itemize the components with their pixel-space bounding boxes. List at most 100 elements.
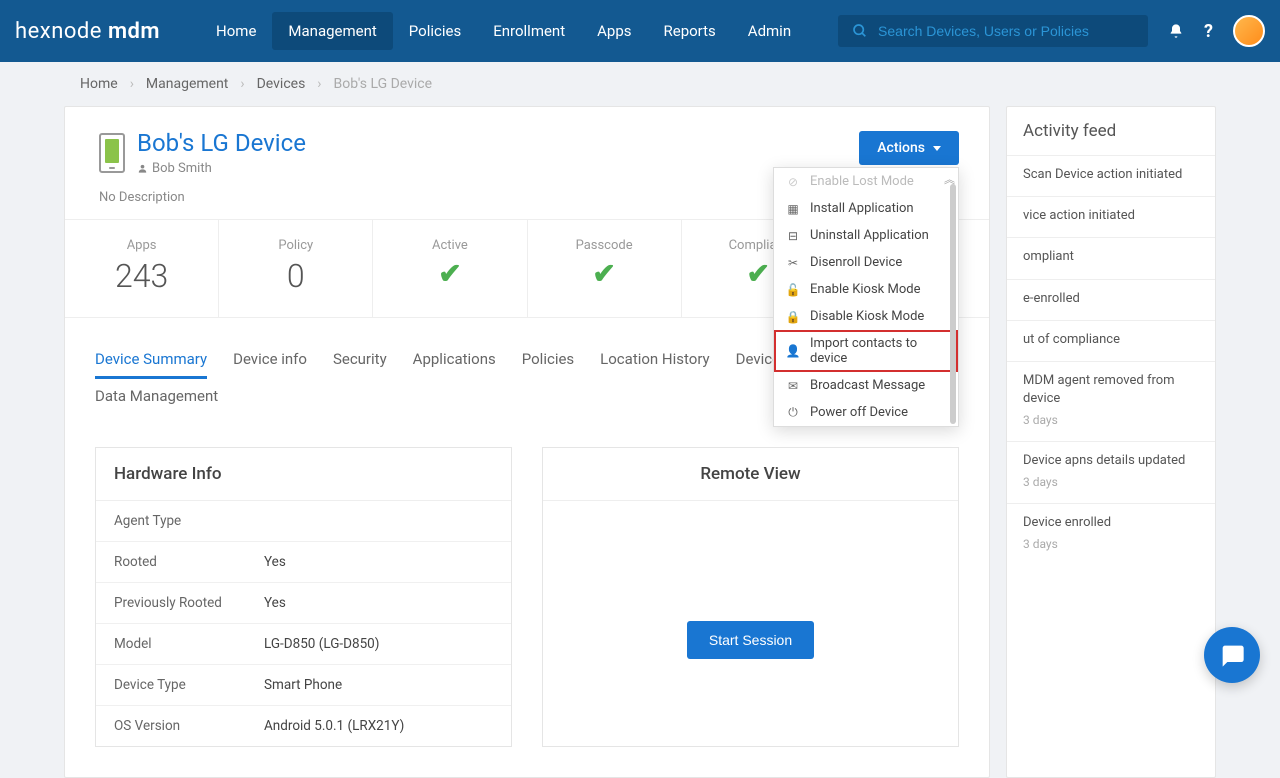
actions-button[interactable]: Actions — [859, 131, 959, 165]
action-label: Power off Device — [810, 405, 908, 420]
avatar[interactable] — [1233, 15, 1265, 47]
help-icon[interactable]: ? — [1204, 21, 1213, 42]
feed-item: ut of compliance — [1007, 320, 1215, 361]
action-disable-kiosk-mode[interactable]: 🔒Disable Kiosk Mode — [774, 303, 958, 330]
check-icon: ✔ — [528, 257, 681, 290]
breadcrumb-separator: › — [317, 76, 321, 92]
feed-time: 3 days — [1023, 536, 1199, 553]
breadcrumb-separator: › — [240, 76, 244, 92]
breadcrumb-link[interactable]: Devices — [257, 76, 306, 92]
nav-apps[interactable]: Apps — [581, 12, 647, 50]
stat-label: Passcode — [528, 238, 681, 253]
activity-feed: Activity feed Scan Device action initiat… — [1006, 106, 1216, 778]
action-import-contacts-to-device[interactable]: 👤 Import contacts to device — [774, 330, 958, 372]
action-uninstall-application[interactable]: ⊟Uninstall Application — [774, 222, 958, 249]
feed-item: Scan Device action initiated — [1007, 155, 1215, 196]
logo: hexnode mdm — [15, 19, 160, 44]
hardware-title: Hardware Info — [96, 448, 511, 501]
feed-text: MDM agent removed from device — [1023, 372, 1199, 408]
search-box[interactable] — [838, 15, 1148, 47]
hw-value: Yes — [264, 554, 286, 570]
action-broadcast-message[interactable]: ✉ Broadcast Message — [774, 372, 958, 399]
action-icon: ⏻ — [786, 405, 800, 420]
scroll-up-icon[interactable]: ︽ — [944, 171, 955, 187]
top-navigation: hexnode mdm HomeManagementPoliciesEnroll… — [0, 0, 1280, 62]
nav-home[interactable]: Home — [200, 12, 272, 50]
breadcrumb: Home›Management›Devices›Bob's LG Device — [0, 62, 1280, 106]
action-disenroll-device[interactable]: ✂ Disenroll Device — [774, 249, 958, 276]
search-input[interactable] — [878, 23, 1134, 39]
dropdown-scrollbar[interactable] — [950, 184, 956, 424]
tab-applications[interactable]: Applications — [413, 342, 496, 379]
tab-policies[interactable]: Policies — [522, 342, 574, 379]
start-session-button[interactable]: Start Session — [687, 621, 814, 659]
hw-label: OS Version — [114, 718, 264, 734]
user-icon — [137, 163, 148, 174]
feed-title: Activity feed — [1007, 107, 1215, 155]
stat-label: Apps — [65, 238, 218, 253]
breadcrumb-link[interactable]: Management — [146, 76, 228, 92]
stat-passcode: Passcode ✔ — [528, 220, 682, 317]
chat-icon — [1218, 641, 1246, 669]
device-owner: Bob Smith — [137, 161, 306, 176]
action-install-application[interactable]: ▦Install Application — [774, 195, 958, 222]
hw-row: RootedYes — [96, 542, 511, 583]
hw-row: Previously RootedYes — [96, 583, 511, 624]
tab-device-info[interactable]: Device info — [233, 342, 307, 379]
nav-policies[interactable]: Policies — [393, 12, 477, 50]
device-icon — [99, 133, 125, 173]
action-icon: ⊘ — [786, 175, 800, 189]
search-icon — [852, 23, 868, 39]
hw-label: Agent Type — [114, 513, 264, 529]
action-icon: 🔓 — [786, 283, 800, 297]
action-label: Disenroll Device — [810, 255, 902, 270]
stat-apps: Apps243 — [65, 220, 219, 317]
action-icon: ✉ — [786, 379, 800, 393]
action-icon: 👤 — [786, 344, 800, 358]
feed-item: vice action initiated — [1007, 196, 1215, 237]
hw-label: Device Type — [114, 677, 264, 693]
action-label: Import contacts to device — [810, 336, 946, 366]
action-label: Enable Lost Mode — [810, 174, 914, 189]
feed-text: e-enrolled — [1023, 290, 1199, 308]
hw-label: Model — [114, 636, 264, 652]
tab-data-management[interactable]: Data Management — [95, 379, 218, 416]
action-label: Disable Kiosk Mode — [810, 309, 924, 324]
check-icon: ✔ — [373, 257, 526, 290]
feed-text: Device apns details updated — [1023, 452, 1199, 470]
feed-text: ompliant — [1023, 248, 1199, 266]
nav-items: HomeManagementPoliciesEnrollmentAppsRepo… — [200, 12, 807, 50]
nav-admin[interactable]: Admin — [732, 12, 807, 50]
tab-location-history[interactable]: Location History — [600, 342, 709, 379]
feed-text: Scan Device action initiated — [1023, 166, 1199, 184]
feed-item: e-enrolled — [1007, 279, 1215, 320]
action-enable-lost-mode: ⊘ Enable Lost Mode — [774, 168, 958, 195]
tab-device-summary[interactable]: Device Summary — [95, 342, 207, 379]
action-icon: ✂ — [786, 256, 800, 270]
breadcrumb-current: Bob's LG Device — [334, 76, 433, 92]
hw-row: ModelLG-D850 (LG-D850) — [96, 624, 511, 665]
nav-reports[interactable]: Reports — [648, 12, 732, 50]
bell-icon[interactable] — [1168, 23, 1184, 39]
remote-title: Remote View — [543, 448, 958, 501]
feed-text: Device enrolled — [1023, 514, 1199, 532]
action-label: Broadcast Message — [810, 378, 925, 393]
hw-label: Previously Rooted — [114, 595, 264, 611]
hw-value: Smart Phone — [264, 677, 342, 693]
action-enable-kiosk-mode[interactable]: 🔓Enable Kiosk Mode — [774, 276, 958, 303]
action-power-off-device[interactable]: ⏻ Power off Device — [774, 399, 958, 426]
action-restart-device[interactable]: ↻Restart Device — [774, 426, 958, 427]
hw-label: Rooted — [114, 554, 264, 570]
stat-label: Active — [373, 238, 526, 253]
stat-label: Policy — [219, 238, 372, 253]
hw-value: Yes — [264, 595, 286, 611]
nav-enrollment[interactable]: Enrollment — [477, 12, 581, 50]
breadcrumb-link[interactable]: Home — [80, 76, 118, 92]
tab-security[interactable]: Security — [333, 342, 387, 379]
stat-value: 0 — [219, 257, 372, 295]
feed-item: Device apns details updated3 days — [1007, 441, 1215, 503]
hw-row: OS VersionAndroid 5.0.1 (LRX21Y) — [96, 706, 511, 746]
nav-management[interactable]: Management — [272, 12, 392, 50]
feed-item: MDM agent removed from device3 days — [1007, 361, 1215, 441]
chat-button[interactable] — [1204, 627, 1260, 683]
